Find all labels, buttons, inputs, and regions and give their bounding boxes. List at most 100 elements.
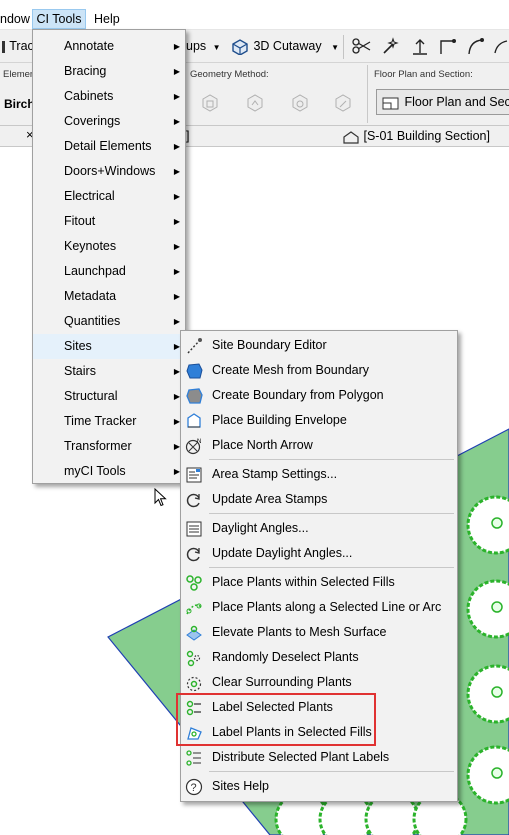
menu-item-label: Keynotes [64,239,117,253]
menu-item-keynotes[interactable]: Keynotes ▶ [33,234,185,259]
submenu-item-label: Randomly Deselect Plants [212,650,359,664]
submenu-arrow-icon: ▶ [173,42,180,51]
menu-item-quantities[interactable]: Quantities ▶ [33,309,185,334]
submenu-item-randomly-deselect-plants[interactable]: Randomly Deselect Plants [181,645,457,670]
3d-cutaway-label: 3D Cutaway [253,39,322,53]
submenu-item-distribute-selected-plant-labels[interactable]: Distribute Selected Plant Labels [181,745,457,770]
geometry-method-2-icon[interactable] [245,93,265,113]
distribute-labels-icon [186,750,201,766]
plant-symbol[interactable] [466,664,509,724]
menu-item-transformer[interactable]: Transformer ▶ [33,434,185,459]
building-envelope-icon [187,413,201,428]
submenu-item-site-boundary-editor[interactable]: Site Boundary Editor [181,333,457,358]
submenu-item-elevate-plants-to-mesh-surface[interactable]: Elevate Plants to Mesh Surface [181,620,457,645]
floor-plan-icon [382,97,399,110]
submenu-item-place-north-arrow[interactable]: N Place North Arrow [181,433,457,458]
elevate-icon[interactable] [410,37,430,55]
cube-icon [232,38,248,56]
magic-wand-icon[interactable] [381,37,401,55]
menu-item-label: Doors+Windows [64,164,156,178]
menu-item-bracing[interactable]: Bracing ▶ [33,59,185,84]
plant-symbol[interactable] [466,495,509,555]
menu-separator [209,567,454,568]
submenu-item-daylight-angles[interactable]: Daylight Angles... [181,516,457,541]
menu-ci-tools[interactable]: CI Tools [32,9,86,29]
daylight-angles-icon [186,521,202,537]
submenu-item-place-plants-within-selected-fills[interactable]: Place Plants within Selected Fills [181,570,457,595]
geometry-method-1-icon[interactable] [200,93,220,113]
menu-item-annotate[interactable]: Annotate ▶ [33,34,185,59]
menu-item-label: Annotate [64,39,115,53]
arc-icon[interactable] [466,37,486,55]
element-label: Elemen [3,69,36,80]
menu-item-coverings[interactable]: Coverings ▶ [33,109,185,134]
refresh-icon [186,493,200,508]
refresh-icon [186,547,200,562]
corner-icon[interactable] [438,37,458,55]
left-tab-fragment[interactable]: ] [186,129,189,143]
submenu-item-sites-help[interactable]: ? Sites Help [181,774,457,799]
toolbar-divider [343,35,344,59]
geometry-method-label: Geometry Method: [190,69,269,80]
menu-item-metadata[interactable]: Metadata ▶ [33,284,185,309]
submenu-item-update-area-stamps[interactable]: Update Area Stamps [181,487,457,512]
menu-window[interactable]: ndow [0,9,30,29]
submenu-item-label: Site Boundary Editor [212,338,327,352]
submenu-item-label: Elevate Plants to Mesh Surface [212,625,387,639]
submenu-item-label: Place Building Envelope [212,413,347,427]
menu-item-label: Fitout [64,214,96,228]
submenu-arrow-icon: ▶ [173,167,180,176]
plant-symbol[interactable] [466,579,509,639]
element-value[interactable]: Birch [4,97,35,111]
groups-button[interactable]: ups ▼ [186,30,221,62]
menu-item-electrical[interactable]: Electrical ▶ [33,184,185,209]
submenu-item-clear-surrounding-plants[interactable]: Clear Surrounding Plants [181,670,457,695]
menu-help[interactable]: Help [94,9,120,29]
menu-item-detail-elements[interactable]: Detail Elements ▶ [33,134,185,159]
menu-item-myci-tools[interactable]: myCI Tools ▶ [33,459,185,484]
submenu-item-label: Daylight Angles... [212,521,309,535]
3d-cutaway-button[interactable]: 3D Cutaway ▼ [230,30,339,62]
svg-text:N: N [197,439,201,445]
scissors-icon[interactable] [352,37,372,55]
submenu-item-create-mesh-from-boundary[interactable]: Create Mesh from Boundary [181,358,457,383]
submenu-arrow-icon: ▶ [173,292,180,301]
submenu-item-label: Place Plants within Selected Fills [212,575,395,589]
deselect-plants-icon [186,650,201,667]
floor-plan-section-button[interactable]: Floor Plan and Section [376,89,509,115]
submenu-item-create-boundary-from-polygon[interactable]: Create Boundary from Polygon [181,383,457,408]
submenu-item-label: Sites Help [212,779,269,793]
plant-symbol[interactable] [466,745,509,805]
ci-tools-menu: Annotate ▶ Bracing ▶ Cabinets ▶ Coverings ▶ Deta… [32,29,186,484]
geometry-method-3-icon[interactable] [290,93,310,113]
submenu-item-update-daylight-angles[interactable]: Update Daylight Angles... [181,541,457,566]
menu-item-cabinets[interactable]: Cabinets ▶ [33,84,185,109]
submenu-item-label: Place North Arrow [212,438,313,452]
menu-separator [209,771,454,772]
menu-item-sites[interactable]: Sites ▶ [33,334,185,359]
tab-building-section-label: [S-01 Building Section] [363,129,490,143]
submenu-item-label: Clear Surrounding Plants [212,675,352,689]
plants-along-line-icon [186,603,202,615]
curve-icon[interactable] [493,37,509,55]
submenu-item-label: Update Area Stamps [212,492,328,506]
groups-label: ups [186,39,207,53]
menu-item-launchpad[interactable]: Launchpad ▶ [33,259,185,284]
submenu-item-place-plants-along-a-selected-line-or-arc[interactable]: Place Plants along a Selected Line or Ar… [181,595,457,620]
submenu-item-area-stamp-settings[interactable]: Area Stamp Settings... [181,462,457,487]
menu-separator [209,459,454,460]
menu-item-fitout[interactable]: Fitout ▶ [33,209,185,234]
help-icon: ? [185,778,203,796]
menu-item-structural[interactable]: Structural ▶ [33,384,185,409]
menu-item-stairs[interactable]: Stairs ▶ [33,359,185,384]
menu-item-label: Transformer [64,439,132,453]
area-stamp-settings-icon [186,467,202,483]
submenu-arrow-icon: ▶ [173,142,180,151]
tab-building-section[interactable]: [S-01 Building Section] [342,126,490,146]
trace-icon [2,40,5,53]
menu-item-doors-windows[interactable]: Doors+Windows ▶ [33,159,185,184]
submenu-item-place-building-envelope[interactable]: Place Building Envelope [181,408,457,433]
floor-plan-section-button-label: Floor Plan and Section [404,95,509,109]
menu-item-time-tracker[interactable]: Time Tracker ▶ [33,409,185,434]
geometry-method-4-icon[interactable] [333,93,353,113]
